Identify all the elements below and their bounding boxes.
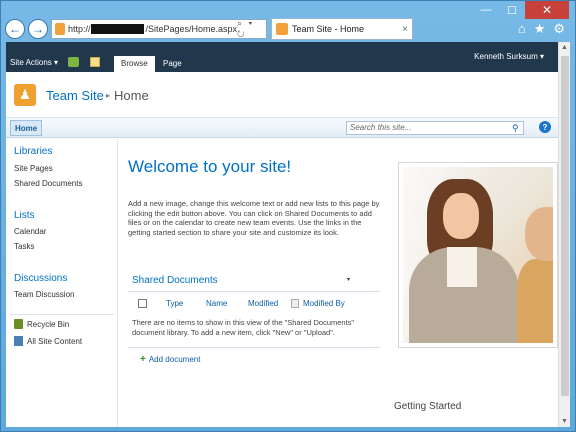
browser-icons: ⌂ ★ ⚙ [518,21,565,37]
getting-started-heading: Getting Started [394,401,462,412]
forward-button[interactable]: → [28,19,48,39]
help-icon[interactable]: ? [539,121,551,133]
url-prefix: http:// [67,24,91,34]
breadcrumb-arrow-icon: ▸ [106,91,111,100]
column-header-modified[interactable]: Modified [248,299,278,308]
recycle-bin-label: Recycle Bin [27,319,70,329]
recycle-bin-link[interactable]: Recycle Bin [14,319,69,329]
leftnav-heading-discussions[interactable]: Discussions [14,273,67,284]
library-divider [128,291,380,292]
recycle-bin-icon [14,319,23,329]
site-favicon-icon [55,23,65,35]
site-actions-menu[interactable]: Site Actions ▾ [10,58,58,67]
select-all-checkbox[interactable] [138,299,147,308]
tab-page[interactable]: Page [156,56,189,72]
all-site-content-label: All Site Content [27,336,83,346]
welcome-image [398,162,558,348]
url-path: /SitePages/Home.aspx [145,24,237,34]
intro-text: Add a new image, change this welcome tex… [128,199,380,237]
leftnav-item-site-pages[interactable]: Site Pages [14,164,53,173]
leftnav-item-calendar[interactable]: Calendar [14,227,46,236]
column-header-modified-by[interactable]: Modified By [303,299,345,308]
user-menu[interactable]: Kenneth Surksum ▾ [474,52,544,61]
leftnav-item-team-discussion[interactable]: Team Discussion [14,290,74,299]
topnav-home[interactable]: Home [10,120,43,136]
document-icon [291,299,299,308]
page-viewport: Site Actions ▾ Browse Page Kenneth Surks… [6,42,558,427]
address-bar[interactable]: http:// /SitePages/Home.aspx ⌕ ▾ ↻ [51,18,267,40]
tab-title: Team Site - Home [292,24,365,34]
add-document-link[interactable]: + Add document [140,354,200,365]
scroll-up-icon[interactable]: ▲ [561,44,568,51]
leftnav-item-shared-documents[interactable]: Shared Documents [14,179,82,188]
column-header-type[interactable]: Type [166,299,183,308]
add-icon: + [140,354,146,365]
top-navigation: Home Search this site... ⚲ ? [6,118,558,138]
back-button[interactable]: ← [5,19,25,39]
page-title: Welcome to your site! [128,157,292,176]
site-header: ♟ Team Site ▸ Home [6,72,558,118]
site-content-icon [14,336,23,346]
site-logo-icon[interactable]: ♟ [14,84,36,106]
all-site-content-link[interactable]: All Site Content [14,336,82,346]
redacted-host [91,24,145,34]
favorites-icon[interactable]: ★ [534,21,546,37]
site-title[interactable]: Team Site [46,88,104,103]
tab-favicon-icon [276,23,288,35]
breadcrumb: Home [114,88,149,103]
people-photo [403,167,553,343]
add-document-label: Add document [148,355,201,364]
navigate-up-icon[interactable] [68,57,79,67]
tools-gear-icon[interactable]: ⚙ [553,21,565,37]
leftnav-divider [10,314,114,315]
vertical-scrollbar[interactable]: ▲ ▼ [558,42,570,427]
scroll-down-icon[interactable]: ▼ [561,418,568,425]
quick-launch: Libraries Site Pages Shared Documents Li… [6,139,118,427]
sharepoint-ribbon: Site Actions ▾ Browse Page Kenneth Surks… [6,42,558,72]
search-input[interactable]: Search this site... [346,121,524,135]
scrollbar-thumb[interactable] [561,56,569,396]
tab-browse[interactable]: Browse [114,56,155,72]
leftnav-heading-lists[interactable]: Lists [14,210,35,221]
browser-tab[interactable]: Team Site - Home × [271,18,413,40]
library-bottom-divider [128,347,380,348]
edit-page-icon[interactable] [90,57,100,67]
tab-close-icon[interactable]: × [402,24,408,35]
column-header-name[interactable]: Name [206,299,227,308]
empty-library-message: There are no items to show in this view … [132,318,355,337]
library-title[interactable]: Shared Documents [132,275,218,286]
browser-toolbar: ← → http:// /SitePages/Home.aspx ⌕ ▾ ↻ T… [5,17,573,41]
chevron-down-icon[interactable]: ▾ [347,276,350,283]
address-tools-icon[interactable]: ⌕ ▾ ↻ [237,18,263,40]
home-icon[interactable]: ⌂ [518,21,526,37]
leftnav-heading-libraries[interactable]: Libraries [14,146,52,157]
search-icon[interactable]: ⚲ [512,123,519,134]
leftnav-item-tasks[interactable]: Tasks [14,242,34,251]
